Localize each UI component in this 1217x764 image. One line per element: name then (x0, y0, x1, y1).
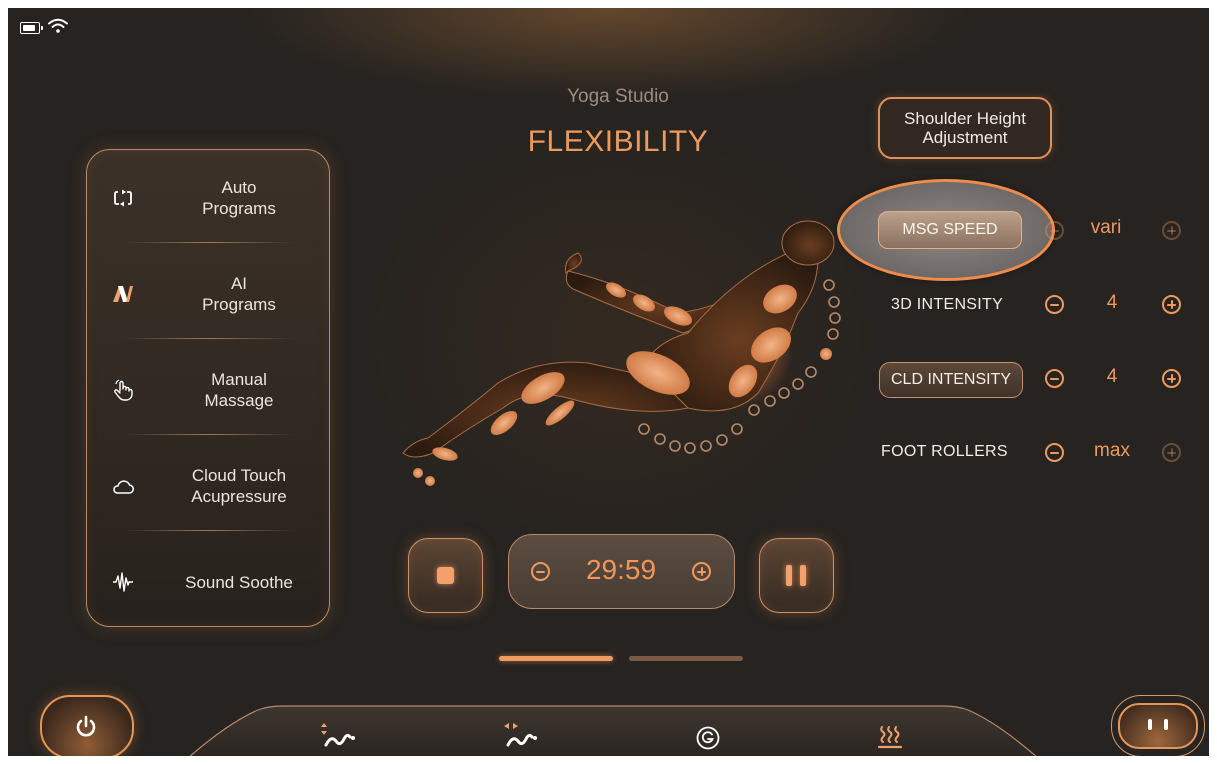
body-figure-illustration (402, 220, 841, 486)
sidebar-item-cloud-touch[interactable]: Cloud Touch Acupressure (87, 438, 329, 534)
pause-button[interactable] (759, 538, 834, 613)
sidebar-item-label: Acupressure (191, 487, 287, 506)
stop-button[interactable] (408, 538, 483, 613)
foot-rollers-plus-icon[interactable] (1162, 443, 1181, 462)
3d-intensity-plus-icon[interactable] (1162, 295, 1181, 314)
menu-divider (123, 338, 295, 339)
app-screen: Yoga Studio FLEXIBILITY Auto Programs AI… (8, 8, 1209, 756)
auto-cycle-icon (110, 185, 136, 211)
msg-speed-value: vari (1090, 217, 1122, 238)
3d-intensity-minus-icon[interactable] (1045, 295, 1064, 314)
g-circle-icon[interactable] (696, 726, 720, 750)
sidebar-item-label: Massage (204, 391, 274, 410)
cld-intensity-minus-icon[interactable] (1045, 369, 1064, 388)
stop-icon (437, 567, 454, 584)
ai-logo-icon (110, 281, 136, 307)
sidebar-item-sound-soothe[interactable]: Sound Soothe (87, 534, 329, 630)
3d-intensity-label: 3D INTENSITY (891, 296, 1004, 313)
timer-minus-icon[interactable] (531, 562, 550, 581)
power-icon (76, 715, 96, 737)
chair-mode-button[interactable] (1111, 695, 1205, 756)
cld-intensity-plus-icon[interactable] (1162, 369, 1181, 388)
shoulder-label-line1: Shoulder Height (904, 109, 1026, 128)
menu-divider (123, 434, 295, 435)
menu-divider (123, 242, 295, 243)
page-indicator[interactable] (629, 656, 743, 661)
menu-divider (123, 530, 295, 531)
shoulder-height-button[interactable]: Shoulder Height Adjustment (878, 97, 1052, 159)
sidebar-item-label: Auto (221, 178, 257, 197)
heat-icon[interactable] (877, 725, 903, 751)
msg-speed-minus-icon[interactable] (1045, 221, 1064, 240)
sidebar-item-label: Manual (211, 370, 267, 389)
msg-speed-button[interactable]: MSG SPEED (878, 211, 1022, 249)
foot-rollers-minus-icon[interactable] (1045, 443, 1064, 462)
shoulder-label-line2: Adjustment (922, 128, 1008, 147)
sidebar-item-label: Programs (202, 199, 276, 218)
timer-control: 29:59 (508, 534, 735, 609)
sidebar-item-auto-programs[interactable]: Auto Programs (87, 150, 329, 246)
sidebar-item-label: AI (230, 274, 248, 293)
sound-wave-icon (110, 569, 136, 595)
foot-rollers-value: max (1094, 440, 1130, 461)
wifi-icon (48, 18, 68, 33)
foot-rollers-label: FOOT ROLLERS (881, 443, 1008, 460)
cld-intensity-button[interactable]: CLD INTENSITY (879, 362, 1023, 398)
cld-intensity-value: 4 (1106, 366, 1118, 387)
sidebar-item-manual-massage[interactable]: Manual Massage (87, 342, 329, 438)
battery-icon (20, 22, 43, 34)
chair-mode-icon (1118, 703, 1198, 749)
left-right-wave-icon[interactable] (502, 721, 542, 749)
program-title: FLEXIBILITY (527, 125, 709, 158)
sidebar-item-label: Programs (202, 295, 276, 314)
sidebar-item-ai-programs[interactable]: AI Programs (87, 246, 329, 342)
3d-intensity-value: 4 (1106, 292, 1118, 313)
pause-icon (786, 565, 792, 586)
sidebar-item-label: Sound Soothe (185, 572, 293, 592)
up-down-wave-icon[interactable] (320, 721, 356, 749)
msg-speed-plus-icon[interactable] (1162, 221, 1181, 240)
studio-title: Yoga Studio (567, 86, 669, 107)
page-indicator-active[interactable] (499, 656, 613, 661)
cloud-icon (110, 473, 136, 499)
bottom-nav-frame (189, 705, 1037, 756)
hand-tap-icon (110, 377, 136, 403)
timer-display: 29:59 (585, 554, 657, 585)
sidebar-menu: Auto Programs AI Programs Manual Massage… (86, 149, 330, 627)
timer-plus-icon[interactable] (692, 562, 711, 581)
power-button[interactable] (40, 695, 134, 756)
sidebar-item-label: Cloud Touch (191, 466, 287, 485)
